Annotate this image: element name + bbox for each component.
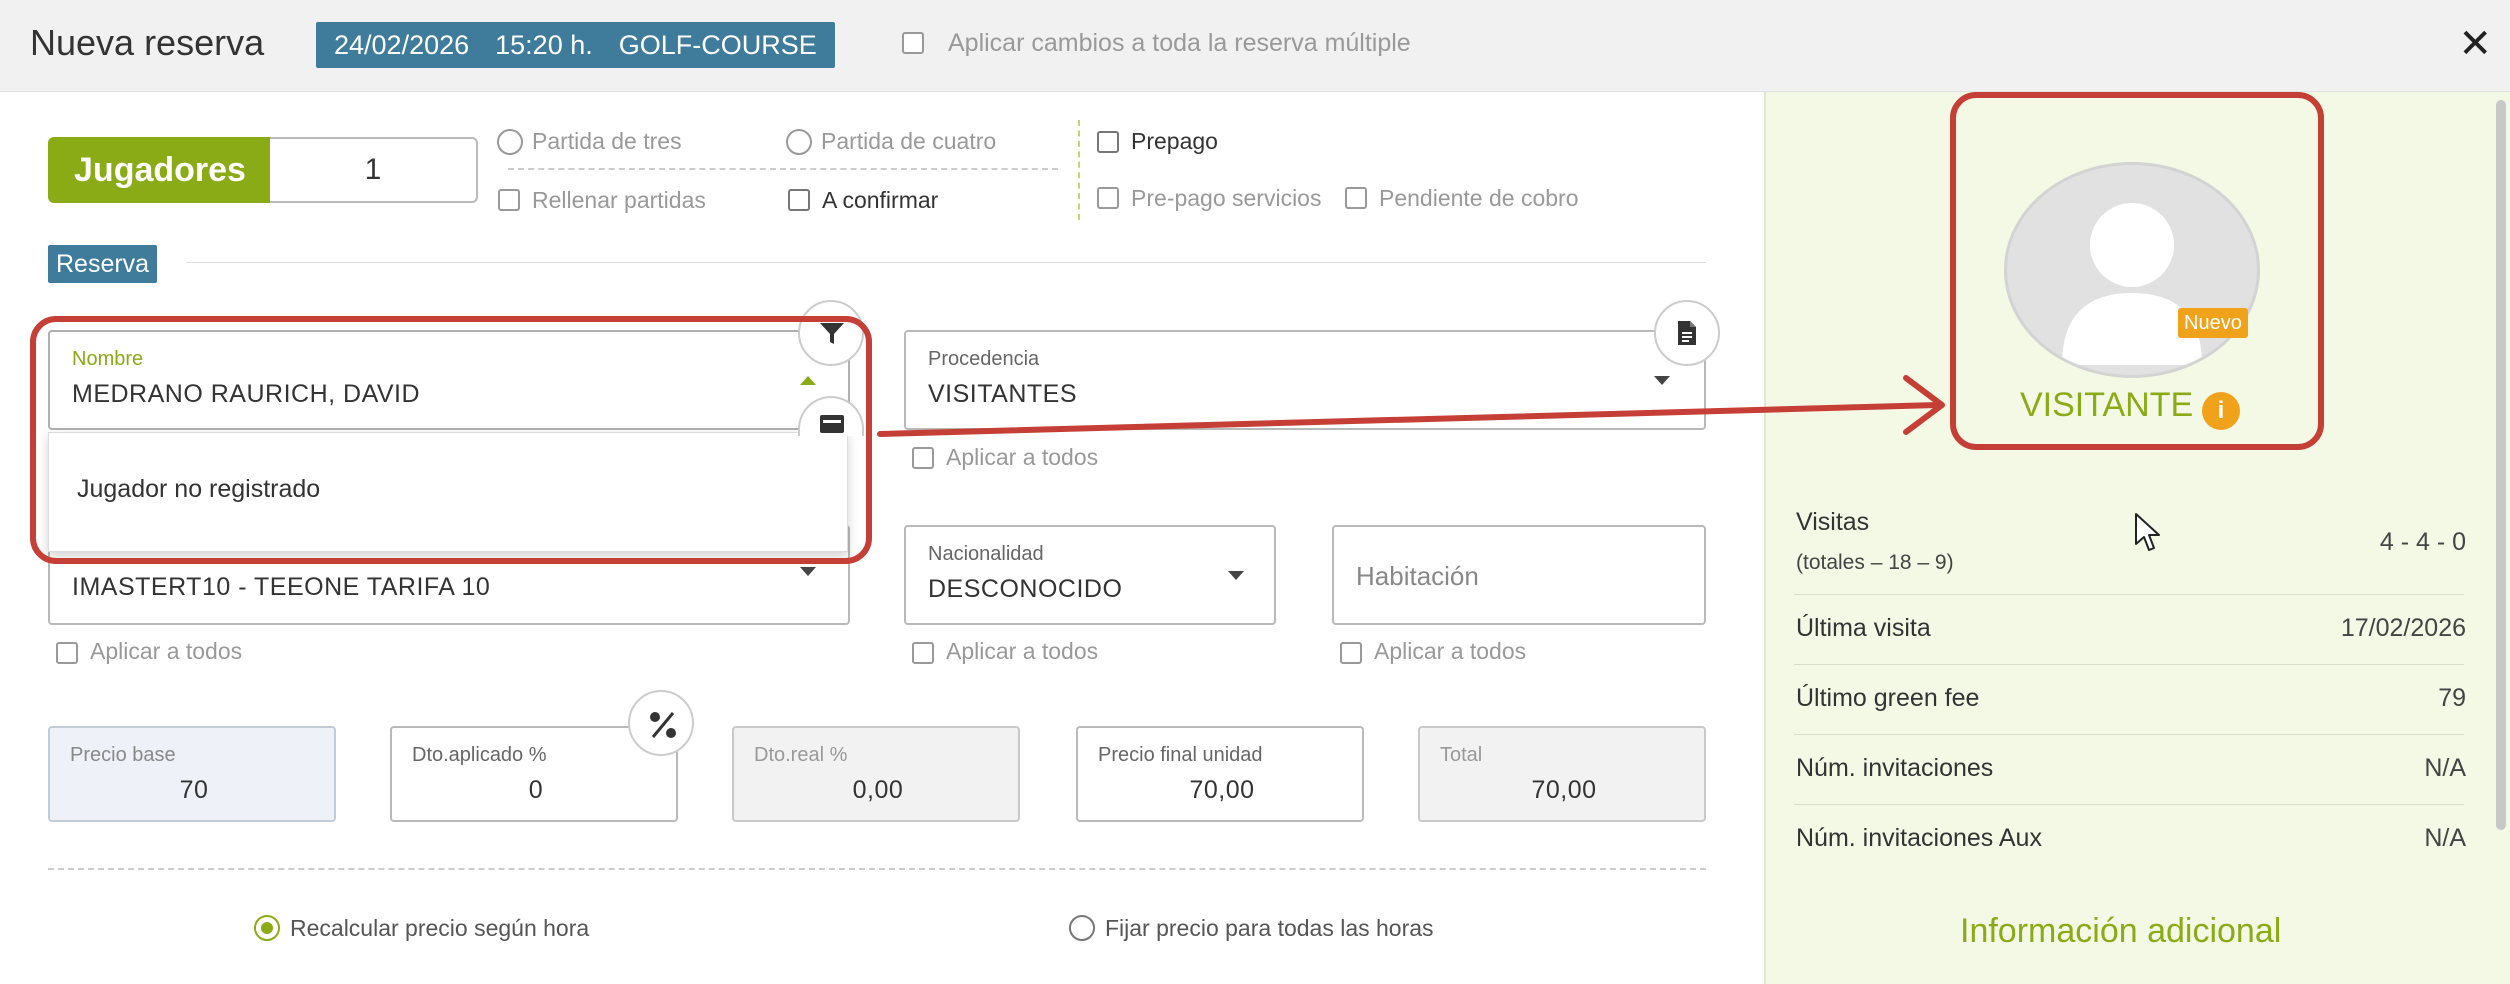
apply-all-habitacion-label: Aplicar a todos — [1374, 638, 1527, 664]
prepago-divider — [1078, 120, 1080, 220]
total-label: Total — [1440, 744, 1483, 766]
chip-date: 24/02/2026 — [334, 30, 470, 60]
pendiente-cobro-checkbox[interactable] — [1345, 187, 1367, 214]
reservation-modal: Nueva reserva 24/02/2026 15:20 h. GOLF-COU… — [0, 0, 2510, 984]
stat-separator — [1794, 734, 2464, 735]
reserva-section-tag: Reserva — [48, 245, 158, 283]
habitacion-placeholder: Habitación — [1356, 561, 1479, 591]
a-confirmar-checkbox[interactable] — [788, 189, 810, 216]
stat-visitas-value: 4 - 4 - 0 — [2379, 528, 2466, 556]
chip-time: 15:20 h. — [495, 30, 593, 60]
precio-base-value: 70 — [179, 776, 209, 804]
stat-separator — [1794, 594, 2464, 595]
nacionalidad-select[interactable]: Nacionalidad DESCONOCIDO — [904, 525, 1276, 625]
procedencia-label: Procedencia — [928, 348, 1040, 370]
precio-final-input[interactable]: Precio final unidad 70,00 — [1076, 726, 1364, 822]
chip-course: GOLF-COURSE — [618, 30, 817, 60]
scrollbar[interactable] — [2496, 100, 2506, 830]
partida-tres-radio[interactable] — [497, 129, 523, 155]
dto-real-label: Dto.real % — [754, 744, 848, 766]
close-icon[interactable]: ✕ — [2458, 22, 2492, 66]
stat-green-fee-value: 79 — [2438, 684, 2466, 712]
prepago-servicios-label: Pre-pago servicios — [1131, 185, 1322, 211]
stat-invitaciones-aux-label: Núm. invitaciones Aux — [1796, 824, 2042, 852]
apply-all-multiple-checkbox[interactable] — [902, 32, 924, 59]
precio-base-label: Precio base — [70, 744, 176, 766]
nacionalidad-value: DESCONOCIDO — [928, 575, 1123, 603]
document-icon — [1678, 321, 1696, 345]
mouse-cursor-icon — [2135, 513, 2160, 551]
dto-aplicado-value: 0 — [528, 776, 544, 804]
apply-all-green-fee-checkbox[interactable] — [56, 642, 78, 669]
prepago-label: Prepago — [1131, 128, 1218, 154]
stat-invitaciones-label: Núm. invitaciones — [1796, 754, 1994, 782]
stat-separator — [1794, 664, 2464, 665]
nacionalidad-label: Nacionalidad — [928, 543, 1044, 565]
prepago-servicios-checkbox[interactable] — [1097, 187, 1119, 214]
percent-icon — [650, 712, 676, 738]
habitacion-input[interactable]: Habitación — [1332, 525, 1706, 625]
stat-invitaciones-aux-value: N/A — [2424, 824, 2466, 852]
pricing-divider — [48, 868, 1706, 870]
annotation-highlight-name — [30, 316, 872, 564]
stat-ultima-visita-label: Última visita — [1796, 614, 1931, 642]
partida-tres-label: Partida de tres — [532, 128, 682, 154]
document-button[interactable] — [1654, 300, 1720, 366]
precio-final-value: 70,00 — [1189, 776, 1255, 804]
reservation-info-chip: 24/02/2026 15:20 h. GOLF-COURSE — [316, 22, 835, 68]
stat-green-fee-label: Último green fee — [1796, 684, 1980, 712]
stat-separator — [1794, 804, 2464, 805]
recalcular-label: Recalcular precio según hora — [290, 915, 590, 941]
a-confirmar-label: A confirmar — [822, 187, 939, 213]
recalcular-radio[interactable] — [254, 915, 280, 941]
percent-button[interactable] — [628, 690, 694, 756]
informacion-adicional-link[interactable]: Información adicional — [1960, 912, 2281, 951]
pendiente-cobro-label: Pendiente de cobro — [1379, 185, 1579, 211]
chevron-down-icon — [1228, 571, 1244, 580]
fijar-radio[interactable] — [1069, 915, 1095, 941]
prepago-checkbox[interactable] — [1097, 131, 1119, 158]
section-divider — [186, 262, 1706, 263]
precio-final-label: Precio final unidad — [1098, 744, 1263, 766]
rellenar-label: Rellenar partidas — [532, 187, 706, 213]
annotation-highlight-profile — [1950, 92, 2324, 450]
apply-all-multiple-label: Aplicar cambios a toda la reserva múltip… — [948, 29, 1411, 57]
stat-visitas-sublabel: (totales – 18 – 9) — [1796, 551, 1954, 574]
green-fee-value: IMASTERT10 - TEEONE TARIFA 10 — [72, 573, 491, 601]
modal-title: Nueva reserva — [30, 22, 265, 63]
partida-cuatro-label: Partida de cuatro — [821, 128, 997, 154]
fijar-label: Fijar precio para todas las horas — [1105, 915, 1434, 941]
stat-ultima-visita-value: 17/02/2026 — [2340, 614, 2466, 642]
apply-all-habitacion-checkbox[interactable] — [1340, 642, 1362, 669]
chevron-down-icon — [800, 567, 816, 576]
apply-all-procedencia-checkbox[interactable] — [912, 447, 934, 474]
dto-aplicado-label: Dto.aplicado % — [412, 744, 547, 766]
players-count-input[interactable]: 1 — [270, 137, 478, 203]
total-value: 70,00 — [1531, 776, 1597, 804]
apply-all-nacionalidad-checkbox[interactable] — [912, 642, 934, 669]
dto-real-value: 0,00 — [852, 776, 904, 804]
rellenar-checkbox[interactable] — [498, 189, 520, 216]
annotation-arrow — [877, 375, 1945, 437]
stat-invitaciones-value: N/A — [2424, 754, 2466, 782]
apply-all-procedencia-label: Aplicar a todos — [946, 444, 1099, 470]
options-divider — [508, 168, 1058, 170]
total-field: Total 70,00 — [1418, 726, 1706, 822]
dto-real-field: Dto.real % 0,00 — [732, 726, 1020, 822]
apply-all-green-fee-label: Aplicar a todos — [90, 638, 243, 664]
precio-base-field: Precio base 70 — [48, 726, 336, 822]
players-label-button[interactable]: Jugadores — [48, 137, 272, 203]
stat-visitas-label: Visitas — [1796, 508, 1870, 536]
modal-header: Nueva reserva 24/02/2026 15:20 h. GOLF-COU… — [0, 0, 2510, 92]
apply-all-nacionalidad-label: Aplicar a todos — [946, 638, 1099, 664]
partida-cuatro-radio[interactable] — [786, 129, 812, 155]
